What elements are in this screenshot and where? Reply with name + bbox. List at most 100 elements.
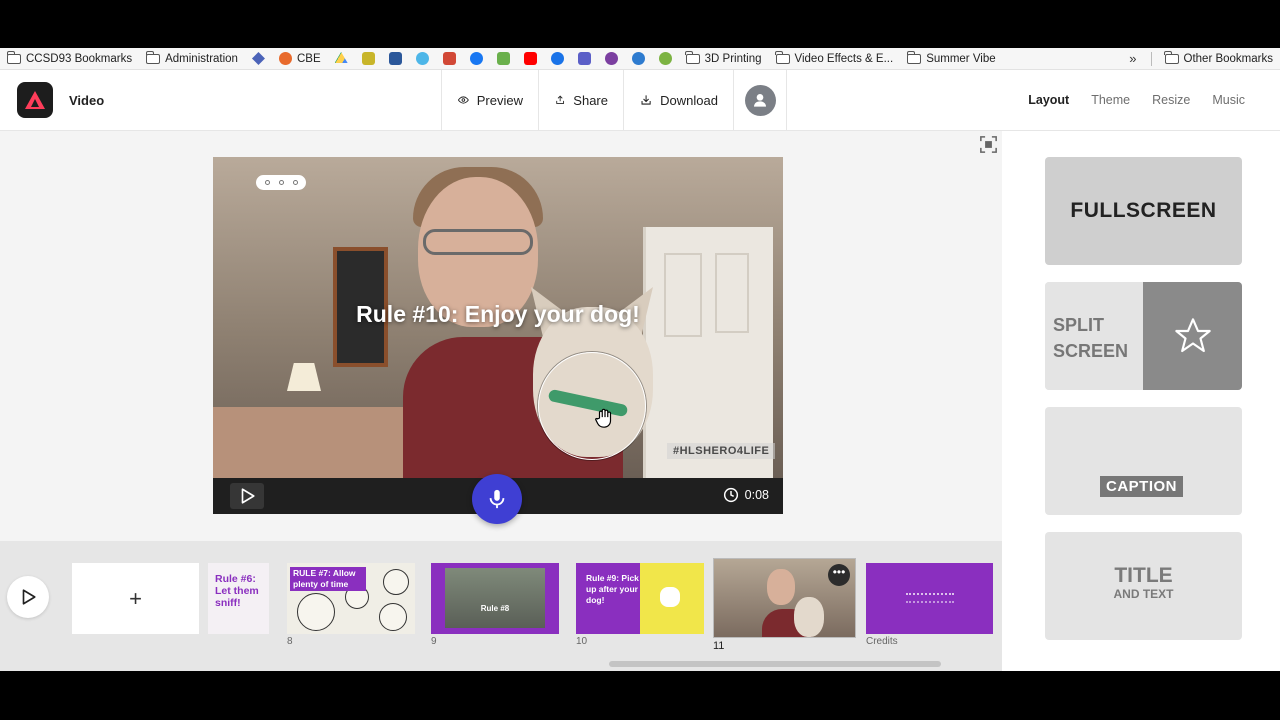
logo-mark-icon xyxy=(25,91,45,109)
bookmark-onenote[interactable] xyxy=(571,48,598,69)
slide-thumbnail[interactable]: Rule #9: Pick up after your dog! xyxy=(576,563,704,634)
tab-music[interactable]: Music xyxy=(1201,93,1256,107)
hashtag-watermark: #HLSHERO4LIFE xyxy=(667,443,776,459)
slide-thumb-object xyxy=(660,587,680,607)
project-title[interactable]: Video xyxy=(69,93,104,108)
layout-split-image xyxy=(1143,282,1242,390)
bookmark-3d-printing[interactable]: 3D Printing xyxy=(679,48,769,69)
green-favicon xyxy=(658,52,672,65)
user-icon xyxy=(754,94,766,107)
play-icon xyxy=(22,589,36,605)
bookmark-label: Administration xyxy=(165,52,238,65)
bookmark-green[interactable] xyxy=(652,48,679,69)
grid-icon xyxy=(496,52,510,65)
bookmarks-overflow-button[interactable]: » xyxy=(1121,51,1144,66)
video-preview[interactable]: Rule #10: Enjoy your dog! #HLSHERO4LIFE xyxy=(213,157,783,478)
duration-display[interactable]: 0:08 xyxy=(723,487,769,503)
bookmark-facebook[interactable] xyxy=(463,48,490,69)
plus-icon: + xyxy=(129,585,142,611)
folder-icon xyxy=(685,50,700,64)
slide-thumbnail[interactable]: Rule #8 xyxy=(431,563,559,634)
play-icon xyxy=(241,488,255,504)
share-button[interactable]: Share xyxy=(538,70,624,130)
slide-thumbnail[interactable]: Rule #6: Let them sniff! xyxy=(208,563,269,634)
fullscreen-expand-icon[interactable] xyxy=(980,136,997,153)
layout-split-screen[interactable]: SPLIT SCREEN xyxy=(1045,282,1242,390)
divider xyxy=(1150,51,1152,66)
share-label: Share xyxy=(573,92,608,108)
purple-favicon xyxy=(604,52,618,65)
app-header: Video Preview Share Download Layout Them… xyxy=(0,70,1280,131)
slide-thumbnail-selected[interactable]: ••• xyxy=(713,558,856,638)
floating-mini-toolbar[interactable] xyxy=(256,175,306,190)
microphone-icon xyxy=(489,489,505,509)
panel-tabs: Layout Theme Resize Music xyxy=(1017,70,1256,130)
scene-bed xyxy=(213,407,413,478)
calendar-icon xyxy=(388,52,402,65)
preview-button[interactable]: Preview xyxy=(441,70,539,130)
bookmark-ccsd93[interactable]: CCSD93 Bookmarks xyxy=(0,48,139,69)
slide-thumbnail[interactable] xyxy=(866,563,993,634)
slide-thumb-text: RULE #7: Allow plenty of time xyxy=(290,567,366,591)
record-voice-button[interactable] xyxy=(472,474,522,524)
layout-fullscreen[interactable]: FULLSCREEN xyxy=(1045,157,1242,265)
play-all-button[interactable] xyxy=(7,576,49,618)
clock-illustration xyxy=(383,569,409,595)
play-button[interactable] xyxy=(230,483,264,509)
layout-split-line1: SPLIT xyxy=(1053,315,1105,335)
bookmark-purple[interactable] xyxy=(598,48,625,69)
bookmark-label: Other Bookmarks xyxy=(1183,52,1273,65)
bookmark-gmail[interactable] xyxy=(436,48,463,69)
slide-timeline: + Rule #6: Let them sniff! RULE #7: Allo… xyxy=(0,541,1002,671)
timeline-scrollbar[interactable] xyxy=(609,661,941,667)
bookmark-cbe[interactable]: CBE xyxy=(272,48,328,69)
bookmark-people[interactable] xyxy=(625,48,652,69)
focus-circle[interactable] xyxy=(538,352,646,460)
layout-fullscreen-label: FULLSCREEN xyxy=(1070,199,1217,222)
layout-title-and-text[interactable]: TITLE AND TEXT xyxy=(1045,532,1242,640)
grab-hand-icon xyxy=(595,408,612,428)
slide-number: 8 xyxy=(287,636,293,647)
more-options-icon[interactable]: ••• xyxy=(828,564,850,586)
duration-value: 0:08 xyxy=(744,488,769,502)
bookmark-grid[interactable] xyxy=(490,48,517,69)
bookmark-administration[interactable]: Administration xyxy=(139,48,245,69)
tab-theme[interactable]: Theme xyxy=(1080,93,1141,107)
clock-illustration xyxy=(297,593,335,631)
bookmark-edge[interactable] xyxy=(544,48,571,69)
bookmark-summer-vibe[interactable]: Summer Vibe xyxy=(900,48,1002,69)
folder-icon xyxy=(6,50,21,64)
bookmark-calendar[interactable] xyxy=(382,48,409,69)
slide-number: 11 xyxy=(713,640,725,652)
slide-thumb-dog xyxy=(794,597,824,637)
slide-caption[interactable]: Rule #10: Enjoy your dog! xyxy=(213,301,783,328)
other-bookmarks[interactable]: Other Bookmarks xyxy=(1158,48,1280,69)
bookmark-drive[interactable] xyxy=(328,48,355,69)
adobe-express-logo[interactable] xyxy=(17,82,53,118)
bookmark-circle[interactable] xyxy=(409,48,436,69)
bookmark-youtube[interactable] xyxy=(517,48,544,69)
bookmark-favicon[interactable] xyxy=(245,48,272,69)
slide-thumbnail[interactable]: RULE #7: Allow plenty of time xyxy=(287,563,415,634)
collaborator-button[interactable] xyxy=(733,70,787,130)
slide-thumb-text: Rule #6: Let them sniff! xyxy=(215,573,259,609)
avatar xyxy=(744,84,776,116)
layout-title-line2: AND TEXT xyxy=(1113,587,1174,601)
scene-glasses xyxy=(423,229,533,255)
slide-number: 10 xyxy=(576,636,588,647)
slide-thumb-text: Rule #8 xyxy=(480,604,510,613)
share-icon xyxy=(556,95,565,104)
download-button[interactable]: Download xyxy=(623,70,734,130)
tab-resize[interactable]: Resize xyxy=(1141,93,1201,107)
bookmark-label: 3D Printing xyxy=(704,52,762,65)
layout-caption[interactable]: CAPTION xyxy=(1045,407,1242,515)
folder-icon xyxy=(1164,50,1179,64)
bookmark-classroom[interactable] xyxy=(355,48,382,69)
eye-icon xyxy=(458,96,469,104)
bookmark-video-effects[interactable]: Video Effects & E... xyxy=(769,48,901,69)
slide-thumb-person xyxy=(767,569,795,605)
bookmark-label: CBE xyxy=(296,52,321,65)
classroom-icon xyxy=(361,52,375,65)
tab-layout[interactable]: Layout xyxy=(1017,93,1080,107)
add-slide-button[interactable]: + xyxy=(72,563,199,634)
